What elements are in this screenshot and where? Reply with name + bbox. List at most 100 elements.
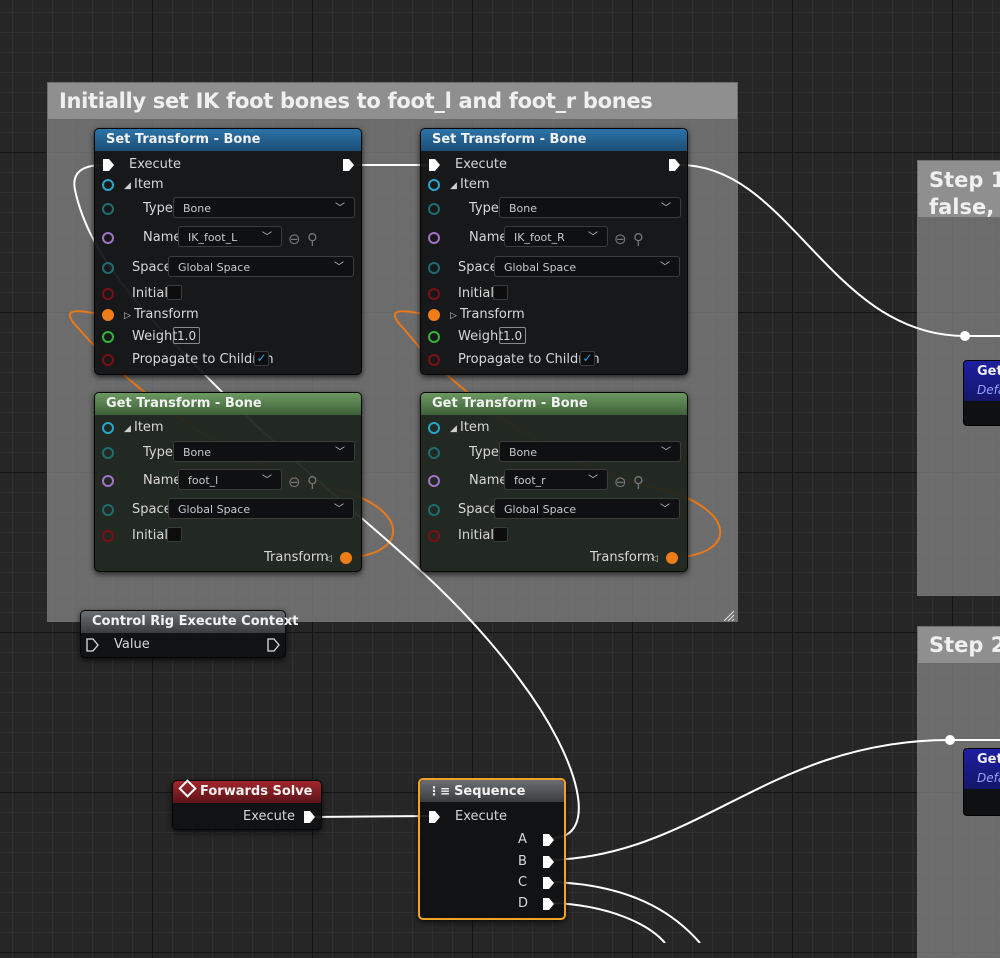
execute-label: Execute (243, 809, 295, 824)
initial-checkbox[interactable] (167, 285, 182, 300)
name-pin[interactable] (428, 475, 440, 487)
space-pin[interactable] (102, 262, 114, 274)
name-dropdown[interactable]: foot_r ﹀ (504, 469, 608, 490)
weight-input[interactable]: 1.0 (173, 327, 201, 344)
type-pin[interactable] (102, 203, 114, 215)
node-header[interactable]: Set Transform - Bone (421, 129, 687, 151)
type-value: Bone (183, 202, 212, 215)
partial-get-node-2[interactable]: Get Defa (963, 748, 1000, 816)
item-pin[interactable] (428, 422, 440, 434)
initial-pin[interactable] (102, 288, 114, 300)
arrow-left-circle-icon[interactable]: ⊖ (288, 472, 301, 492)
arrow-left-circle-icon[interactable]: ⊖ (614, 229, 627, 249)
initial-checkbox[interactable] (493, 285, 508, 300)
node-title: Forwards Solve (200, 784, 313, 799)
type-dropdown[interactable]: Bone ﹀ (173, 197, 355, 218)
arrow-left-circle-icon[interactable]: ⊖ (288, 229, 301, 249)
expand-triangle-icon[interactable]: ▷ (124, 306, 131, 326)
name-dropdown[interactable]: foot_l ﹀ (178, 469, 282, 490)
set-transform-node-right[interactable]: Set Transform - Bone Execute ◢ Item Type… (420, 128, 688, 375)
reroute-node-1 (960, 331, 970, 341)
forwards-solve-node[interactable]: Forwards Solve Execute (172, 779, 322, 830)
node-title: Get (977, 364, 1000, 379)
collapse-triangle-icon[interactable]: ◢ (124, 176, 131, 196)
node-subtitle: Defa (977, 771, 1000, 785)
type-pin[interactable] (428, 447, 440, 459)
type-value: Bone (509, 202, 538, 215)
type-dropdown[interactable]: Bone ﹀ (499, 441, 681, 462)
space-dropdown[interactable]: Global Space ﹀ (168, 498, 354, 519)
weight-pin[interactable] (102, 331, 114, 343)
transform-output-pin[interactable] (666, 552, 678, 564)
get-transform-node-left[interactable]: Get Transform - Bone ◢ Item Type Bone ﹀ N… (94, 392, 362, 572)
get-transform-node-right[interactable]: Get Transform - Bone ◢ Item Type Bone ﹀ N… (420, 392, 688, 572)
node-header[interactable]: Forwards Solve (173, 779, 321, 803)
expand-triangle-icon[interactable]: ▷ (450, 306, 457, 326)
wire-exec-d (551, 902, 666, 943)
type-label: Type (469, 445, 499, 460)
magnifier-icon[interactable]: ⚲ (633, 472, 644, 492)
type-pin[interactable] (428, 203, 440, 215)
initial-checkbox[interactable] (493, 527, 508, 542)
item-label: Item (460, 420, 490, 435)
transform-output-pin[interactable] (340, 552, 352, 564)
output-label-a: A (518, 832, 527, 847)
propagate-pin[interactable] (102, 354, 114, 366)
item-label: Item (460, 177, 490, 192)
transform-pin[interactable] (102, 309, 114, 321)
item-pin[interactable] (428, 179, 440, 191)
space-dropdown[interactable]: Global Space ﹀ (168, 256, 354, 277)
type-dropdown[interactable]: Bone ﹀ (173, 441, 355, 462)
name-pin[interactable] (102, 232, 114, 244)
node-header[interactable]: Get Transform - Bone (95, 393, 361, 415)
arrow-left-circle-icon[interactable]: ⊖ (614, 472, 627, 492)
space-pin[interactable] (428, 504, 440, 516)
set-transform-node-left[interactable]: Set Transform - Bone Execute ◢ Item Type… (94, 128, 362, 375)
propagate-checkbox[interactable]: ✓ (254, 351, 269, 366)
node-header[interactable]: Control Rig Execute Context (81, 611, 299, 633)
node-header[interactable]: Set Transform - Bone (95, 129, 361, 151)
space-dropdown[interactable]: Global Space ﹀ (494, 498, 680, 519)
type-label: Type (469, 201, 499, 216)
weight-pin[interactable] (428, 331, 440, 343)
initial-checkbox[interactable] (167, 527, 182, 542)
weight-input[interactable]: 1.0 (499, 327, 527, 344)
propagate-checkbox[interactable]: ✓ (580, 351, 595, 366)
space-pin[interactable] (428, 262, 440, 274)
partial-get-node-1[interactable]: Get Defa (963, 360, 1000, 426)
magnifier-icon[interactable]: ⚲ (307, 229, 318, 249)
node-header: Get Defa (964, 361, 1000, 401)
initial-pin[interactable] (428, 530, 440, 542)
sequence-node[interactable]: ⋮≡ Sequence Execute A B C D (418, 778, 566, 920)
transform-pin[interactable] (428, 309, 440, 321)
magnifier-icon[interactable]: ⚲ (633, 229, 644, 249)
propagate-pin[interactable] (428, 354, 440, 366)
node-header[interactable]: Get Transform - Bone (421, 393, 687, 415)
initial-pin[interactable] (428, 288, 440, 300)
propagate-label: Propagate to Children (458, 352, 600, 367)
item-pin[interactable] (102, 422, 114, 434)
magnifier-icon[interactable]: ⚲ (307, 472, 318, 492)
execute-label: Execute (455, 157, 507, 172)
initial-pin[interactable] (102, 530, 114, 542)
space-label: Space (132, 260, 172, 275)
type-dropdown[interactable]: Bone ﹀ (499, 197, 681, 218)
propagate-label: Propagate to Children (132, 352, 274, 367)
space-pin[interactable] (102, 504, 114, 516)
name-pin[interactable] (428, 232, 440, 244)
name-pin[interactable] (102, 475, 114, 487)
wire-exec-c (551, 881, 701, 943)
collapse-triangle-icon[interactable]: ◢ (450, 419, 457, 439)
item-pin[interactable] (102, 179, 114, 191)
space-dropdown[interactable]: Global Space ﹀ (494, 256, 680, 277)
collapse-triangle-icon[interactable]: ◢ (450, 176, 457, 196)
execute-context-node[interactable]: Control Rig Execute Context Value (80, 610, 299, 658)
name-dropdown[interactable]: IK_foot_R ﹀ (504, 226, 608, 247)
type-pin[interactable] (102, 447, 114, 459)
collapse-triangle-icon[interactable]: ◢ (124, 419, 131, 439)
chevron-down-icon: ﹀ (660, 262, 670, 273)
name-dropdown[interactable]: IK_foot_L ﹀ (178, 226, 282, 247)
node-header[interactable]: ⋮≡ Sequence (420, 780, 564, 802)
space-value: Global Space (178, 261, 251, 274)
type-label: Type (143, 201, 173, 216)
